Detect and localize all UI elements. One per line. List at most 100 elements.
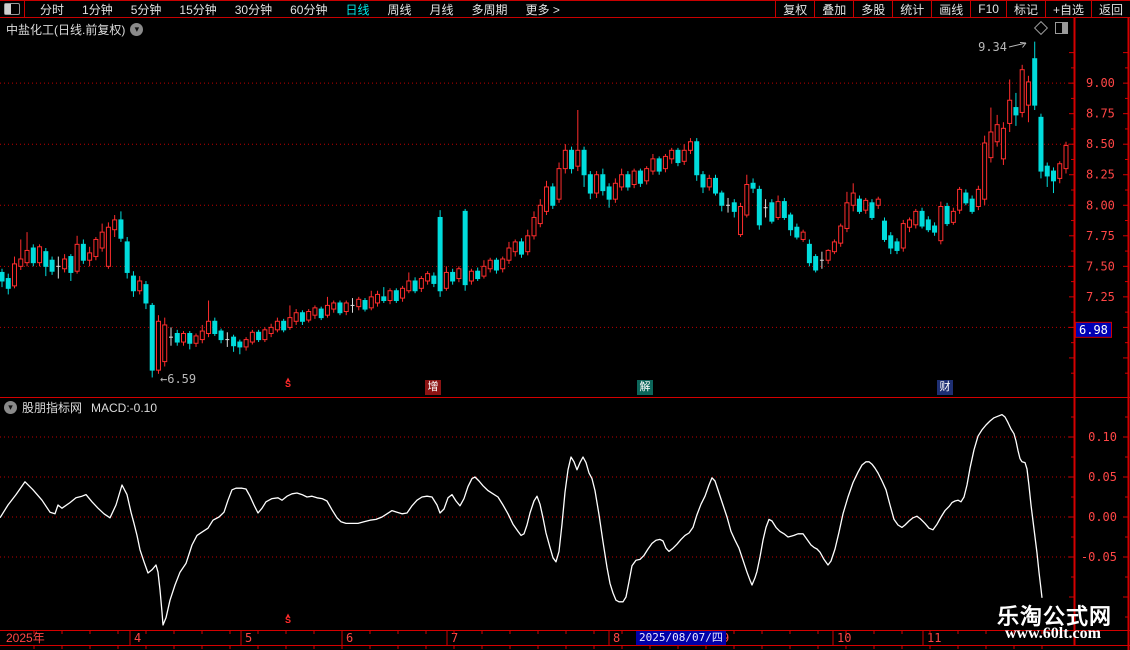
period-item-2[interactable]: 5分钟 — [122, 1, 171, 18]
candle-body — [262, 329, 268, 341]
macd-line — [0, 413, 1043, 626]
candle-body — [112, 219, 118, 231]
candle-body — [149, 304, 155, 371]
candle-body — [556, 168, 562, 200]
candle-body — [681, 149, 687, 162]
candle-body — [124, 241, 130, 273]
macd-axis-label: 0.10 — [1088, 430, 1117, 444]
tool-item-2[interactable]: 多股 — [853, 0, 892, 18]
period-item-5[interactable]: 60分钟 — [281, 1, 336, 18]
tool-item-3[interactable]: 统计 — [892, 0, 931, 18]
candle-body — [957, 188, 963, 211]
chevron-down-icon[interactable]: ▾ — [130, 23, 144, 36]
candle-body — [24, 249, 30, 264]
candle-body — [1032, 58, 1038, 106]
period-item-0[interactable]: 分时 — [31, 1, 73, 18]
candle-body — [68, 256, 74, 273]
page-title: 中盐化工(日线.前复权) — [6, 23, 126, 37]
signal-marker[interactable]: ▴ S — [283, 376, 293, 389]
candle-body — [581, 149, 587, 176]
diamond-icon[interactable] — [1033, 20, 1049, 36]
time-axis-year-label: 2025年 — [6, 631, 45, 645]
watermark-url: www.60lt.com — [1005, 625, 1101, 642]
candle-body — [669, 149, 675, 160]
candle-body — [975, 188, 981, 207]
time-axis-label: 5 — [245, 631, 252, 645]
event-marker-财[interactable]: 财 — [937, 380, 953, 395]
time-axis-label: 10 — [837, 631, 851, 645]
candle-body — [12, 263, 18, 287]
period-item-6[interactable]: 日线 — [336, 1, 378, 18]
tool-item-7[interactable]: +自选 — [1044, 0, 1091, 18]
candle-body — [1057, 163, 1063, 179]
candle-body — [105, 226, 111, 267]
event-marker-增[interactable]: 增 — [425, 380, 441, 395]
period-item-10[interactable]: 更多 > — [517, 1, 569, 18]
candle-body — [87, 252, 93, 261]
candle-body — [93, 238, 99, 258]
tool-item-6[interactable]: 标记 — [1005, 0, 1045, 18]
period-item-9[interactable]: 多周期 — [463, 1, 517, 18]
candle-body — [30, 247, 36, 264]
indicator-value-label: MACD:-0.10 — [91, 400, 158, 415]
candle-body — [443, 271, 449, 289]
period-item-1[interactable]: 1分钟 — [73, 1, 122, 18]
layout-toggle-button[interactable] — [0, 0, 25, 18]
candle-body — [218, 330, 224, 341]
tool-item-4[interactable]: 画线 — [931, 0, 970, 18]
candle-body — [775, 201, 781, 218]
period-item-8[interactable]: 月线 — [421, 1, 463, 18]
candle-body — [744, 184, 750, 216]
candle-body — [237, 341, 243, 348]
candle-body — [806, 243, 812, 264]
candle-body — [925, 219, 931, 231]
candle-body — [1063, 144, 1069, 170]
candle-body — [938, 205, 944, 242]
tool-item-0[interactable]: 复权 — [775, 0, 814, 18]
candle-body — [287, 317, 293, 328]
candle-body — [794, 226, 800, 238]
event-marker-解[interactable]: 解 — [637, 380, 653, 395]
signal-marker[interactable]: ▴ S — [283, 612, 293, 625]
candle-body — [274, 320, 280, 331]
period-item-3[interactable]: 15分钟 — [170, 1, 225, 18]
candle-body — [1044, 165, 1050, 177]
candle-body — [750, 182, 756, 189]
candle-body — [1025, 81, 1031, 106]
candle-body — [193, 335, 199, 344]
tool-item-8[interactable]: 返回 — [1090, 0, 1130, 18]
candle-body — [118, 219, 124, 239]
period-item-4[interactable]: 30分钟 — [226, 1, 281, 18]
chart-canvas[interactable]: 9.34 ←6.59 9.00 8.75 8.50 8.25 8.00 7.75 7.50 7.2… — [0, 0, 1130, 650]
candle-body — [281, 320, 287, 331]
candle-body — [894, 241, 900, 251]
indicator-source-label: 股朋指标网 — [22, 401, 83, 415]
tool-item-1[interactable]: 叠加 — [814, 0, 853, 18]
tools-menu: 复权 叠加 多股 统计 画线 F10 标记 +自选 返回 — [775, 0, 1130, 18]
candle-body — [506, 247, 512, 261]
candle-body — [43, 251, 49, 267]
tool-item-5[interactable]: F10 — [970, 0, 1006, 18]
period-item-7[interactable]: 周线 — [378, 1, 420, 18]
candle-body — [406, 280, 412, 292]
split-view-icon[interactable] — [1055, 22, 1068, 34]
candle-body — [387, 290, 393, 302]
macd-axis-label: -0.05 — [1081, 550, 1117, 564]
candle-body — [1019, 69, 1025, 113]
time-axis-label: 6 — [346, 631, 353, 645]
candle-body — [74, 243, 80, 272]
candle-body — [62, 258, 68, 270]
candle-body — [856, 198, 862, 212]
candle-body — [481, 265, 487, 277]
candle-body — [731, 202, 737, 212]
split-pane-icon — [4, 3, 20, 15]
candle-body — [212, 320, 218, 334]
candle-body — [450, 271, 456, 282]
candle-body — [206, 320, 212, 334]
high-annotation: 9.34 — [978, 40, 1007, 54]
macd-axis-label: 0.05 — [1088, 470, 1117, 484]
candle-body — [187, 332, 193, 344]
candle-body — [80, 243, 86, 261]
candle-body — [932, 225, 938, 233]
chevron-down-icon[interactable]: ▾ — [4, 401, 17, 414]
